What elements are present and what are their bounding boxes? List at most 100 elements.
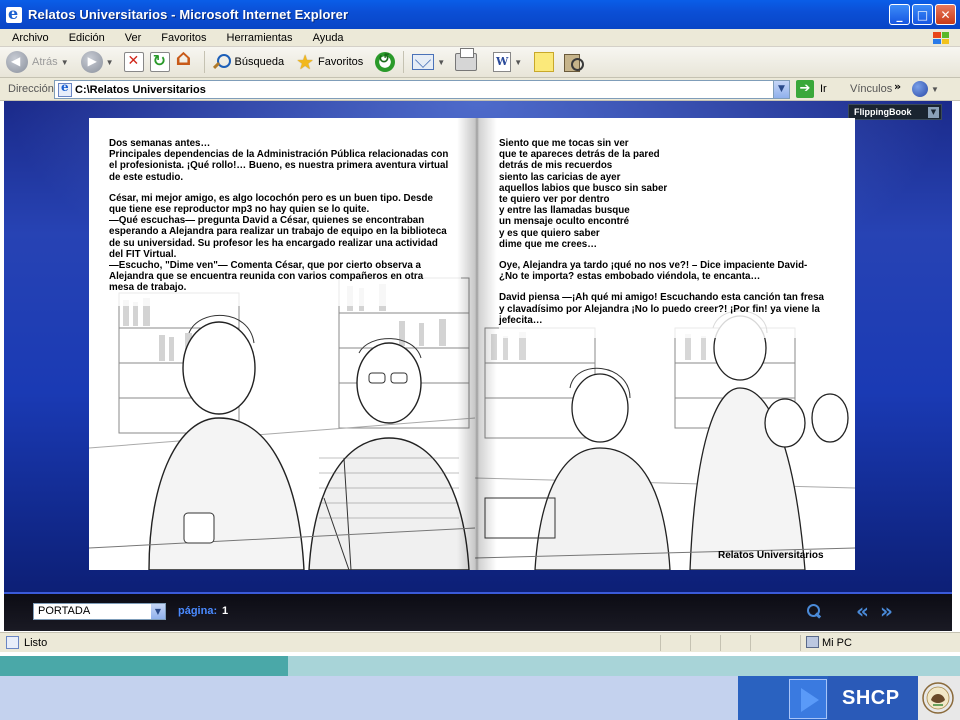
go-button[interactable]: ➔ Ir [796, 80, 827, 98]
favorites-button[interactable]: ★ Favoritos [296, 49, 363, 75]
text-line: dime que me crees… [499, 238, 598, 250]
chapter-selected-value: PORTADA [38, 605, 91, 617]
page-number[interactable]: 1 [222, 605, 228, 617]
chevron-down-icon: ▼ [928, 107, 939, 118]
mexico-seal-icon [922, 682, 954, 714]
title-bar[interactable]: Relatos Universitarios - Microsoft Inter… [0, 0, 960, 29]
home-icon [176, 46, 196, 72]
page-label: página: [178, 605, 218, 617]
maximize-button[interactable]: □ [912, 4, 933, 25]
poem: Siento que me tocas sin ver que te apare… [499, 138, 844, 250]
presentation-footer: SHCP [0, 652, 960, 720]
edit-button[interactable]: W ▼ [493, 49, 522, 75]
window-controls: _ □ ✕ [889, 4, 956, 25]
flipbook-viewer: FlippingBook ▼ Dos semanas antes… Princi… [4, 101, 952, 631]
menu-herramientas[interactable]: Herramientas [215, 32, 301, 44]
mail-button[interactable]: ▼ [412, 49, 445, 75]
printer-icon [455, 48, 478, 71]
text-line: —Escucho, "Dime ven"— Comenta César, que… [109, 260, 422, 272]
menu-ayuda[interactable]: Ayuda [301, 32, 352, 44]
ie-icon [6, 4, 22, 23]
links-chevron-icon[interactable]: » [894, 80, 901, 93]
chevron-down-icon[interactable]: ▼ [106, 58, 114, 67]
text-line: David piensa —¡Ah qué mi amigo! Escuchan… [499, 292, 825, 304]
close-button[interactable]: ✕ [935, 4, 956, 25]
flippingbook-label: FlippingBook [854, 107, 912, 117]
address-input[interactable]: C:\Relatos Universitarios ▼ [54, 80, 790, 99]
chevron-down-icon[interactable]: ▼ [151, 604, 165, 619]
footer-band [288, 656, 960, 676]
text-line: te quiero ver por dentro [499, 194, 610, 206]
toolbar-separator [203, 51, 205, 73]
stop-button[interactable] [123, 49, 144, 75]
next-page-icon[interactable]: » [880, 600, 900, 622]
back-button[interactable]: Atrás ▼ [6, 49, 69, 75]
text-line: y clavadísimo por Alejandra ¡No lo puedo… [499, 303, 820, 315]
refresh-button[interactable] [149, 49, 170, 75]
history-button[interactable] [375, 49, 396, 75]
play-button[interactable] [789, 679, 827, 719]
text-line: un mensaje oculto encontré [499, 216, 630, 228]
search-button[interactable]: Búsqueda [211, 49, 284, 75]
page-status-icon [6, 636, 19, 649]
toolbar-options-button[interactable]: ▼ [912, 81, 939, 97]
history-icon [375, 51, 396, 72]
favorites-label: Favoritos [318, 56, 364, 68]
zoom-icon[interactable] [804, 602, 824, 622]
text-line: de su universidad. Su profesor les ha en… [109, 237, 438, 249]
text-line: y entre las llamadas busque [499, 205, 630, 217]
left-page-text: Dos semanas antes… Principales dependenc… [109, 136, 461, 306]
globe-tools-icon [912, 81, 928, 97]
previous-page-icon[interactable]: « [856, 600, 876, 622]
status-bar: Listo Mi PC [0, 632, 960, 652]
back-label: Atrás [32, 56, 58, 68]
flippingbook-menu[interactable]: FlippingBook ▼ [848, 104, 942, 120]
right-page-text: Siento que me tocas sin ver que te apare… [499, 136, 844, 339]
sticky-note-icon [534, 52, 555, 72]
text-line: Dos semanas antes… [109, 138, 211, 149]
chevron-down-icon[interactable]: ▼ [931, 85, 939, 94]
open-book: Dos semanas antes… Principales dependenc… [89, 118, 855, 570]
home-button[interactable] [176, 46, 196, 75]
text-line: jefecita… [499, 314, 543, 326]
text-line: el profesionista. ¡Qué rollo!… Bueno, es… [109, 160, 449, 172]
chapter-select[interactable]: PORTADA ▼ [33, 603, 166, 620]
menu-edicion[interactable]: Edición [57, 32, 113, 44]
right-page[interactable]: Siento que me tocas sin ver que te apare… [475, 118, 855, 570]
left-page[interactable]: Dos semanas antes… Principales dependenc… [89, 118, 475, 570]
text-line: Alejandra que se encuentra reunida con v… [109, 271, 424, 283]
menu-bar: Archivo Edición Ver Favoritos Herramient… [0, 29, 960, 47]
chevron-down-icon[interactable]: ▼ [437, 58, 445, 67]
research-button[interactable] [562, 49, 585, 75]
address-bar: Dirección C:\Relatos Universitarios ▼ ➔ … [0, 78, 960, 101]
forward-button[interactable]: ▼ [80, 49, 114, 75]
text-line: aquellos labios que busco sin saber [499, 182, 668, 194]
stop-icon [123, 52, 144, 72]
word-icon: W [493, 52, 512, 72]
status-divider [720, 635, 721, 651]
chevron-down-icon[interactable]: ▼ [514, 58, 522, 67]
go-arrow-icon: ➔ [796, 80, 814, 98]
address-dropdown-icon[interactable]: ▼ [773, 81, 789, 98]
links-label[interactable]: Vínculos [850, 83, 892, 95]
mail-icon [412, 54, 435, 70]
status-divider [660, 635, 661, 651]
paragraph: Dos semanas antes… Principales dependenc… [109, 138, 461, 183]
back-arrow-icon [6, 51, 28, 73]
text-line: ¿No te importa? estas embobado viéndola,… [499, 271, 761, 283]
status-divider [800, 635, 801, 651]
menu-favoritos[interactable]: Favoritos [149, 32, 214, 44]
minimize-button[interactable]: _ [889, 4, 910, 25]
paragraph: César, mi mejor amigo, es algo locochón … [109, 193, 461, 294]
menu-archivo[interactable]: Archivo [0, 32, 57, 44]
brand-logo: SHCP [842, 687, 900, 709]
toolbar: Atrás ▼ ▼ Búsqueda ★ Favoritos ▼ W ▼ [0, 46, 960, 78]
discuss-button[interactable] [534, 49, 555, 75]
page-icon [58, 80, 72, 97]
computer-icon [806, 636, 819, 648]
menu-ver[interactable]: Ver [113, 32, 150, 44]
print-button[interactable] [455, 48, 478, 75]
go-label: Ir [820, 83, 827, 95]
text-line: del FIT Virtual. [109, 248, 177, 260]
chevron-down-icon[interactable]: ▼ [61, 58, 69, 67]
